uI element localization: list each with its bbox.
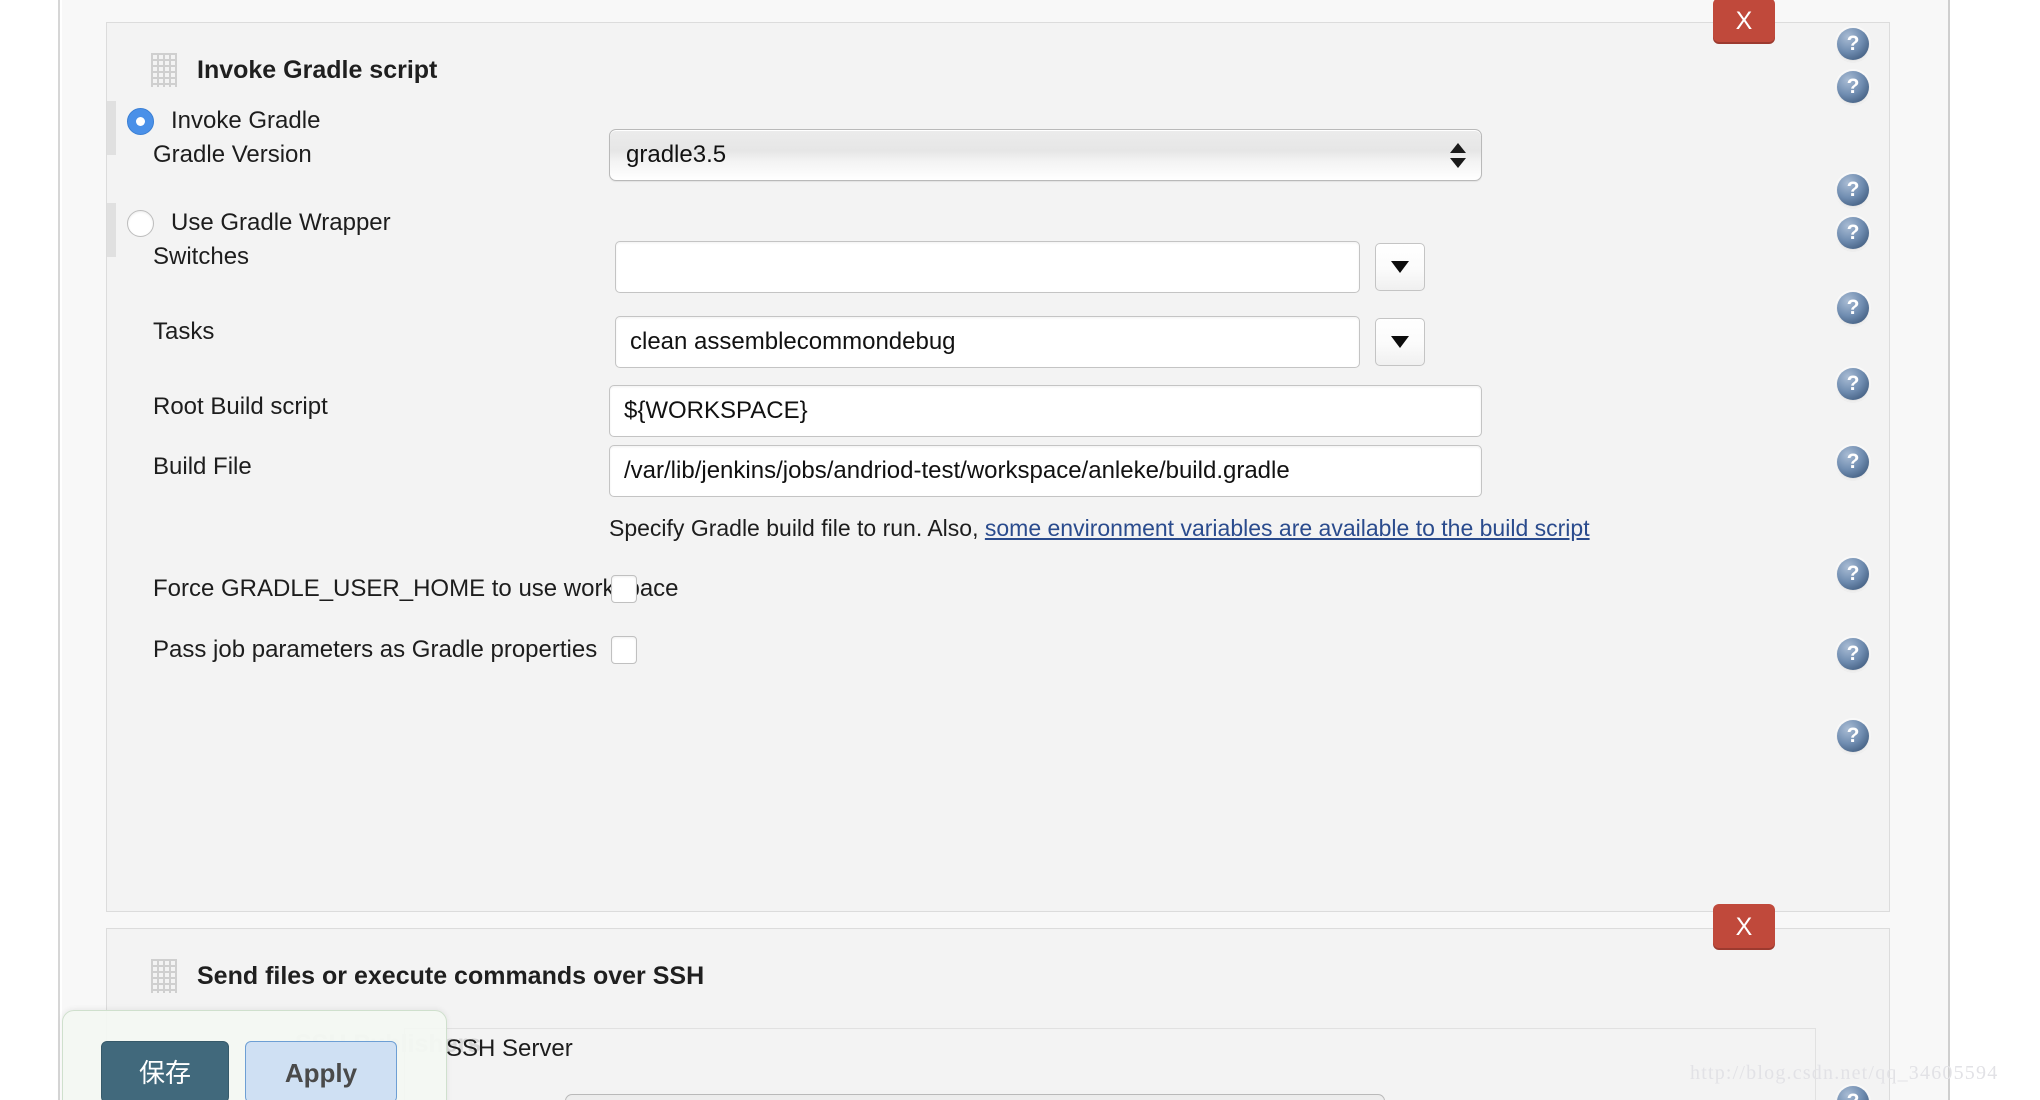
help-icon-root-build-script[interactable]: ?: [1837, 368, 1869, 400]
help-icon-build-file[interactable]: ?: [1837, 446, 1869, 478]
chevron-down-icon: [1391, 336, 1409, 348]
label-ssh-server: SSH Server: [446, 1035, 573, 1062]
jenkins-job-config-page: Invoke Gradle script Invoke Gradle Gradl…: [0, 0, 2040, 1100]
chevron-up-icon: [1450, 142, 1466, 153]
build-file-description-text: Specify Gradle build file to run. Also,: [609, 515, 985, 541]
radio-invoke-gradle[interactable]: [127, 107, 154, 135]
help-icon-invoke-gradle-script[interactable]: ?: [1837, 28, 1869, 60]
page-right-gutter: [1948, 0, 2040, 1100]
select-gradle-version-value: gradle3.5: [626, 141, 727, 168]
apply-button[interactable]: Apply: [245, 1041, 397, 1100]
builder-title-send-files-over-ssh: Send files or execute commands over SSH: [197, 962, 705, 990]
watermark: http://blog.csdn.net/qq_34605594: [1690, 1062, 1999, 1084]
input-root-build-script[interactable]: [609, 385, 1482, 437]
environment-variables-link[interactable]: some environment variables are available…: [985, 515, 1590, 541]
radio-label-use-gradle-wrapper: Use Gradle Wrapper: [171, 209, 391, 236]
ssh-publisher-panel: [404, 1028, 1816, 1100]
chevron-down-icon: [1450, 157, 1466, 168]
label-tasks: Tasks: [153, 318, 215, 345]
page-content-area: Invoke Gradle script Invoke Gradle Gradl…: [62, 0, 1948, 1100]
spinner-arrows-icon[interactable]: [1435, 142, 1481, 168]
radio-label-invoke-gradle: Invoke Gradle: [171, 107, 321, 134]
sticky-save-bar: 保存 Apply: [62, 1010, 447, 1100]
help-icon-switches[interactable]: ?: [1837, 217, 1869, 249]
builder-title-invoke-gradle-script: Invoke Gradle script: [197, 56, 438, 84]
radio-block-accent-bar: [107, 101, 116, 155]
radio-block-accent-bar: [107, 203, 116, 257]
select-ssh-server[interactable]: [565, 1094, 1385, 1100]
label-build-file: Build File: [153, 453, 252, 480]
radio-row-invoke-gradle[interactable]: Invoke Gradle: [127, 107, 320, 135]
select-gradle-version[interactable]: gradle3.5: [609, 129, 1482, 181]
help-icon-use-gradle-wrapper[interactable]: ?: [1837, 174, 1869, 206]
help-icon-pass-job-parameters[interactable]: ?: [1837, 638, 1869, 670]
label-root-build-script: Root Build script: [153, 393, 328, 420]
input-switches[interactable]: [615, 241, 1360, 293]
page-left-gutter: [0, 0, 60, 1100]
help-icon-ssh-publisher[interactable]: ?: [1837, 720, 1869, 752]
help-icon-tasks[interactable]: ?: [1837, 292, 1869, 324]
delete-builder-invoke-gradle-button[interactable]: X: [1713, 0, 1775, 42]
tasks-dropdown-button[interactable]: [1375, 318, 1425, 366]
chevron-down-icon: [1391, 261, 1409, 273]
label-switches: Switches: [153, 243, 250, 270]
label-force-gradle-user-home: Force GRADLE_USER_HOME to use workspace: [153, 575, 679, 602]
help-icon-force-gradle-user-home[interactable]: ?: [1837, 558, 1869, 590]
switches-dropdown-button[interactable]: [1375, 243, 1425, 291]
drag-handle-icon[interactable]: [151, 959, 177, 993]
help-icon-invoke-gradle[interactable]: ?: [1837, 71, 1869, 103]
builder-invoke-gradle-script: Invoke Gradle script Invoke Gradle Gradl…: [106, 22, 1890, 912]
input-tasks[interactable]: [615, 316, 1360, 368]
checkbox-force-gradle-user-home[interactable]: [611, 575, 637, 603]
checkbox-pass-job-parameters[interactable]: [611, 636, 637, 664]
radio-use-gradle-wrapper[interactable]: [127, 209, 154, 237]
input-build-file[interactable]: [609, 445, 1482, 497]
delete-builder-ssh-button[interactable]: X: [1713, 904, 1775, 948]
save-button[interactable]: 保存: [101, 1041, 229, 1100]
radio-row-use-gradle-wrapper[interactable]: Use Gradle Wrapper: [127, 209, 391, 237]
label-gradle-version: Gradle Version: [153, 141, 312, 168]
drag-handle-icon[interactable]: [151, 53, 177, 87]
label-pass-job-parameters: Pass job parameters as Gradle properties: [153, 636, 598, 663]
build-file-description: Specify Gradle build file to run. Also, …: [609, 509, 1819, 547]
